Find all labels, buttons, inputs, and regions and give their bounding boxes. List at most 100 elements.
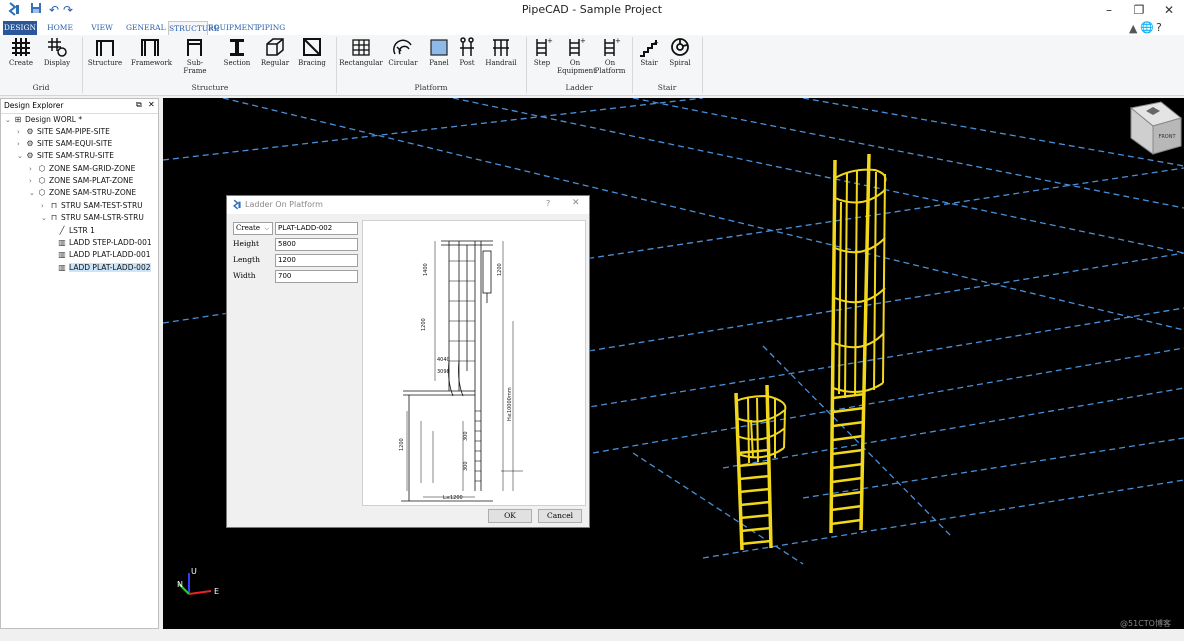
tab-design[interactable]: DESIGN [3, 21, 37, 35]
rectangular-button[interactable]: Rectangular [338, 37, 384, 67]
site-icon: ⚙ [26, 139, 34, 148]
tab-view[interactable]: VIEW [88, 21, 116, 35]
on-equipment-button[interactable]: + On Equipment [557, 37, 596, 75]
framework-button[interactable]: Framework [131, 37, 172, 67]
ladder-icon: ▥ [58, 238, 66, 247]
height-field[interactable]: 5800 [275, 238, 358, 251]
subframe-button[interactable]: Sub-Frame [176, 37, 214, 75]
collapse-arrow-icon[interactable]: ⌄ [5, 114, 13, 126]
spiral-button[interactable]: Spiral [667, 37, 693, 67]
circular-button[interactable]: Circular [386, 37, 420, 67]
section-button[interactable]: Section [220, 37, 254, 67]
tree-node-zone[interactable]: › ⬡ ZONE SAM-PLAT-ZONE [29, 175, 133, 187]
grid-icon [12, 38, 30, 56]
tree-node-ladder[interactable]: ▥ LADD PLAT-LADD-001 [57, 249, 150, 261]
framework-icon [141, 39, 159, 56]
collapse-ribbon-icon[interactable]: ▲ [1129, 22, 1137, 35]
name-field[interactable]: PLAT-LADD-002 [275, 222, 358, 235]
tree-node-zone[interactable]: › ⬡ ZONE SAM-GRID-ZONE [29, 163, 135, 175]
tree-node-lstr[interactable]: ╱ LSTR 1 [57, 225, 95, 237]
structure-icon [96, 40, 114, 56]
width-field[interactable]: 700 [275, 270, 358, 283]
on-equipment-label-2: Equipment [557, 67, 596, 75]
tree-node-ladder-selected[interactable]: ▥ LADD PLAT-LADD-002 [57, 262, 151, 274]
group-platform-label: Platform [414, 83, 448, 92]
tab-general[interactable]: GENERAL [126, 21, 166, 35]
group-stair-label: Stair [657, 83, 677, 92]
stair-button[interactable]: + Stair [636, 37, 662, 67]
collapse-arrow-icon[interactable]: ⌄ [29, 187, 37, 199]
collapse-arrow-icon[interactable]: ⌄ [17, 150, 25, 162]
close-icon[interactable]: ✕ [1154, 0, 1184, 20]
regular-button[interactable]: Regular [258, 37, 292, 67]
bracing-label: Bracing [298, 59, 326, 67]
display-grid-icon [48, 38, 67, 57]
post-button[interactable]: Post [455, 37, 479, 67]
expand-arrow-icon[interactable]: › [17, 126, 25, 138]
dim-label: L≤1200 [443, 495, 463, 501]
create-label: Create [9, 59, 33, 67]
ladder-drawing-preview: 1400 1200 1200 1200 4040 3098 300 300 L≤… [362, 220, 586, 506]
site-icon: ⚙ [26, 151, 34, 160]
on-platform-button[interactable]: + On Platform [594, 37, 626, 75]
step-ladder-button[interactable]: + Step [530, 37, 554, 67]
window-title: PipeCAD - Sample Project [521, 3, 663, 16]
close-panel-icon[interactable]: ✕ [148, 99, 155, 111]
tree-node-ladder[interactable]: ▥ LADD STEP-LADD-001 [57, 237, 151, 249]
status-bar [0, 629, 1184, 641]
help-icon[interactable]: ? [1156, 21, 1162, 34]
tab-home[interactable]: HOME [45, 21, 75, 35]
tab-structure[interactable]: STRUCTURE [168, 21, 219, 36]
tree-node-world[interactable]: ⌄ ⊞ Design WORL * [5, 114, 82, 126]
dialog-close-icon[interactable]: ✕ [572, 198, 580, 208]
panel-button[interactable]: Panel [425, 37, 453, 67]
dim-label: 1200 [421, 318, 427, 331]
globe-icon[interactable]: 🌐 [1140, 21, 1154, 34]
minimize-icon[interactable]: – [1094, 0, 1124, 20]
dialog-title: Ladder On Platform [245, 200, 323, 209]
tree-node-site[interactable]: ⌄ ⚙ SITE SAM-STRU-SITE [17, 150, 114, 162]
bracing-button[interactable]: Bracing [296, 37, 328, 67]
tree-node-stru[interactable]: ⌄ ⊓ STRU SAM-LSTR-STRU [41, 212, 144, 224]
section-label: Section [223, 59, 251, 67]
axis-label-north: N [177, 580, 183, 589]
maximize-icon[interactable]: ❐ [1124, 0, 1154, 20]
ladder-on-platform-icon: + [604, 37, 621, 56]
subframe-icon [187, 39, 202, 56]
tab-piping[interactable]: PIPING [255, 21, 287, 35]
handrail-button[interactable]: Handrail [484, 37, 518, 67]
zone-icon: ⬡ [38, 164, 46, 173]
tree-node-site[interactable]: › ⚙ SITE SAM-EQUI-SITE [17, 138, 112, 150]
tab-equipment[interactable]: EQUIPMENT [208, 21, 259, 35]
expand-arrow-icon[interactable]: › [29, 175, 37, 187]
dialog-help-icon[interactable]: ? [546, 199, 550, 208]
expand-arrow-icon[interactable]: › [41, 200, 49, 212]
expand-arrow-icon[interactable]: › [17, 138, 25, 150]
tree-node-stru[interactable]: › ⊓ STRU SAM-TEST-STRU [41, 200, 143, 212]
dialog-titlebar[interactable]: Ladder On Platform ? ✕ [227, 196, 589, 214]
dim-label: 1200 [497, 263, 503, 276]
pin-icon[interactable]: ⧉ [136, 99, 142, 111]
circular-platform-icon [393, 39, 412, 55]
view-cube[interactable]: FRONT [1129, 101, 1183, 155]
collapse-arrow-icon[interactable]: ⌄ [41, 212, 49, 224]
dim-label: 3098 [437, 369, 450, 375]
tree-node-site[interactable]: › ⚙ SITE SAM-PIPE-SITE [17, 126, 110, 138]
create-grid-button[interactable]: Create [5, 37, 37, 67]
length-field[interactable]: 1200 [275, 254, 358, 267]
cancel-button[interactable]: Cancel [538, 509, 582, 523]
expand-arrow-icon[interactable]: › [29, 163, 37, 175]
mode-dropdown[interactable]: Create ⌵ [233, 222, 273, 235]
post-icon [460, 37, 474, 56]
ribbon-tabs: DESIGN HOME VIEW GENERAL STRUCTURE EQUIP… [0, 20, 1184, 36]
tree-node-zone[interactable]: ⌄ ⬡ ZONE SAM-STRU-ZONE [29, 187, 136, 199]
panel-label: Panel [429, 59, 449, 67]
on-equipment-label-1: On [569, 59, 581, 67]
display-grid-button[interactable]: Display [40, 37, 74, 67]
ok-button[interactable]: OK [488, 509, 532, 523]
structure-button[interactable]: Structure [86, 37, 124, 67]
ribbon-separator [82, 37, 83, 93]
width-label: Width [233, 271, 256, 280]
explorer-header: Design Explorer ⧉ ✕ [1, 99, 158, 114]
dim-label: 1200 [399, 438, 405, 451]
